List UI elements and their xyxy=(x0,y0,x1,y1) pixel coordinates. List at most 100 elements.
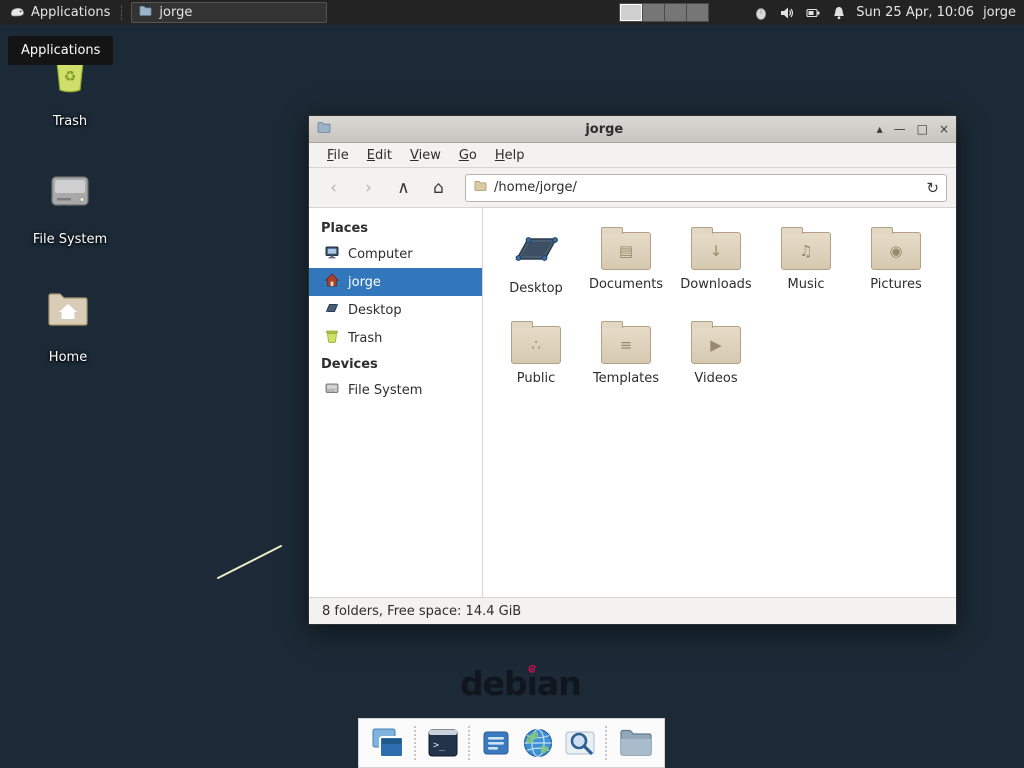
folder-icon xyxy=(138,4,153,21)
mouse-tray-icon[interactable] xyxy=(752,4,769,21)
applications-tooltip: Applications xyxy=(8,36,113,65)
desktop-icon-home[interactable]: Home xyxy=(22,290,114,365)
drive-icon xyxy=(24,170,116,212)
taskbar-window-label: jorge xyxy=(159,5,192,20)
sidebar-item-label: Trash xyxy=(348,331,382,346)
file-item-label: Pictures xyxy=(870,277,921,292)
path-bar: ↻ xyxy=(465,174,947,202)
debian-logo-text-pre: deb xyxy=(460,664,527,703)
applications-menu-button[interactable]: Applications xyxy=(0,0,119,25)
svg-text:>_: >_ xyxy=(433,740,446,751)
file-item-music[interactable]: ♫ Music xyxy=(761,224,851,318)
file-item-desktop[interactable]: Desktop xyxy=(491,224,581,318)
menu-view[interactable]: View xyxy=(401,145,450,166)
dock-handle[interactable] xyxy=(468,726,472,760)
stray-line xyxy=(214,542,286,582)
window-controls: ▴ — □ × xyxy=(877,122,949,136)
file-item-downloads[interactable]: ↓ Downloads xyxy=(671,224,761,318)
forward-button[interactable]: › xyxy=(353,174,384,202)
status-bar: 8 folders, Free space: 14.4 GiB xyxy=(309,597,956,624)
status-text: 8 folders, Free space: 14.4 GiB xyxy=(322,604,521,619)
file-manager-window: jorge ▴ — □ × File Edit View Go Help ‹ ›… xyxy=(308,115,957,625)
debian-logo-i: ı xyxy=(527,664,537,703)
maximize-button[interactable]: □ xyxy=(917,122,928,136)
home-button[interactable]: ⌂ xyxy=(423,174,454,202)
file-item-label: Templates xyxy=(593,371,659,386)
menu-file[interactable]: File xyxy=(318,145,358,166)
file-item-label: Documents xyxy=(589,277,663,292)
close-button[interactable]: × xyxy=(939,122,949,136)
file-item-pictures[interactable]: ◉ Pictures xyxy=(851,224,941,318)
app-finder-icon[interactable] xyxy=(563,726,597,760)
applications-menu-label: Applications xyxy=(31,5,110,20)
folder-videos-icon: ▶ xyxy=(691,326,741,364)
minimize-button[interactable]: — xyxy=(894,122,906,136)
taskbar-window-button[interactable]: jorge xyxy=(131,2,327,23)
debian-swirl-icon xyxy=(527,664,538,675)
menu-help[interactable]: Help xyxy=(486,145,534,166)
file-item-videos[interactable]: ▶ Videos xyxy=(671,318,761,412)
sidebar-item-desktop[interactable]: Desktop xyxy=(309,296,482,324)
window-titlebar[interactable]: jorge ▴ — □ × xyxy=(309,116,956,143)
debian-logo: debıan xyxy=(460,664,581,703)
terminal-icon[interactable]: >_ xyxy=(426,726,460,760)
back-button[interactable]: ‹ xyxy=(318,174,349,202)
menu-go[interactable]: Go xyxy=(450,145,486,166)
top-panel: Applications jorge xyxy=(0,0,1024,25)
file-item-public[interactable]: ∴ Public xyxy=(491,318,581,412)
up-button[interactable]: ∧ xyxy=(388,174,419,202)
sidebar-item-jorge[interactable]: jorge xyxy=(309,268,482,296)
panel-handle[interactable] xyxy=(121,5,126,20)
dock-handle[interactable] xyxy=(414,726,418,760)
path-input[interactable] xyxy=(494,180,920,195)
folder-templates-icon: ≡ xyxy=(601,326,651,364)
desktop-root: { "colors": { "desktop_bg": "#1b2a36", "… xyxy=(0,0,1024,768)
desktop-special-icon xyxy=(509,228,563,274)
workspace-switcher xyxy=(619,3,709,22)
volume-icon[interactable] xyxy=(778,4,795,21)
web-browser-icon[interactable] xyxy=(521,726,555,760)
file-item-templates[interactable]: ≡ Templates xyxy=(581,318,671,412)
file-item-label: Videos xyxy=(694,371,737,386)
notifications-bell-icon[interactable] xyxy=(830,4,847,21)
workspace-4[interactable] xyxy=(686,4,708,21)
sidebar: Places Computer xyxy=(309,208,483,597)
sidebar-item-label: Computer xyxy=(348,247,413,262)
settings-icon[interactable] xyxy=(480,727,512,759)
reload-button[interactable]: ↻ xyxy=(926,179,939,197)
panel-clock[interactable]: Sun 25 Apr, 10:06 xyxy=(856,5,974,20)
folder-view: Desktop ▤ Documents ↓ Downloads ♫ Music xyxy=(483,208,956,597)
file-manager-icon[interactable] xyxy=(617,727,653,759)
desktop-icon-file-system[interactable]: File System xyxy=(24,170,116,247)
panel-right-area: Sun 25 Apr, 10:06 jorge xyxy=(619,3,1024,22)
window-folder-icon xyxy=(316,120,332,138)
file-item-label: Public xyxy=(517,371,555,386)
battery-icon[interactable] xyxy=(804,4,821,21)
workspace-2[interactable] xyxy=(642,4,664,21)
file-item-label: Downloads xyxy=(680,277,751,292)
menu-bar: File Edit View Go Help xyxy=(309,143,956,168)
panel-username[interactable]: jorge xyxy=(983,5,1016,20)
file-item-documents[interactable]: ▤ Documents xyxy=(581,224,671,318)
sidebar-item-label: jorge xyxy=(348,275,381,290)
window-body: Places Computer xyxy=(309,208,956,597)
places-header: Places xyxy=(309,216,482,240)
folder-documents-icon: ▤ xyxy=(601,232,651,270)
windows-icon[interactable] xyxy=(370,725,406,761)
path-folder-icon xyxy=(473,179,488,196)
workspace-3[interactable] xyxy=(664,4,686,21)
desktop-icon-label: Trash xyxy=(53,114,87,129)
dock-handle[interactable] xyxy=(605,726,609,760)
sidebar-item-computer[interactable]: Computer xyxy=(309,240,482,268)
drive-icon xyxy=(324,380,340,400)
window-title: jorge xyxy=(338,122,871,137)
user-home-icon xyxy=(324,272,340,292)
workspace-1[interactable] xyxy=(620,4,642,21)
sidebar-item-file-system[interactable]: File System xyxy=(309,376,482,404)
shade-button[interactable]: ▴ xyxy=(877,122,883,136)
file-item-label: Desktop xyxy=(509,281,563,296)
folder-download-icon: ↓ xyxy=(691,232,741,270)
home-folder-icon xyxy=(22,290,114,330)
sidebar-item-trash[interactable]: Trash xyxy=(309,324,482,352)
menu-edit[interactable]: Edit xyxy=(358,145,401,166)
